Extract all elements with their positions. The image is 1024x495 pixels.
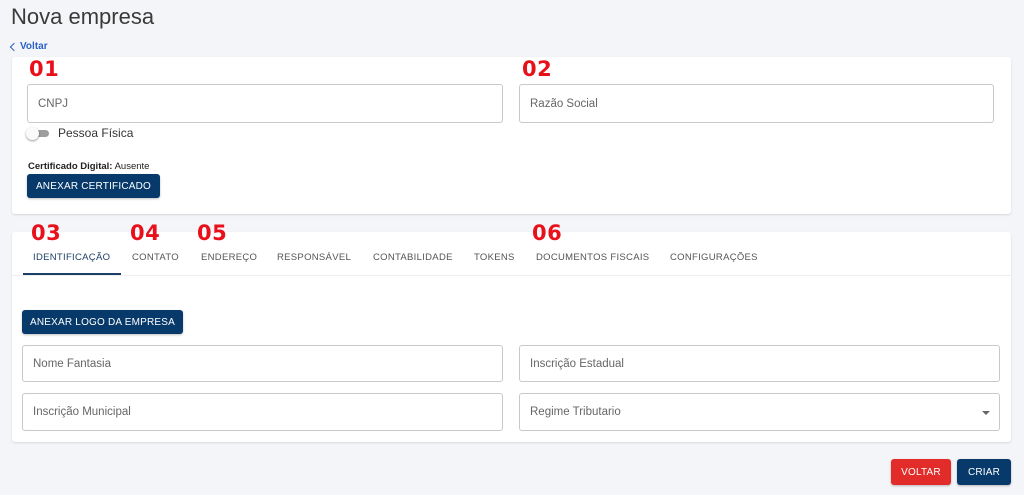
annotation-05: 05 <box>197 221 228 245</box>
regime-tributario-placeholder: Regime Tributario <box>530 406 621 418</box>
tabs-divider <box>12 275 1011 276</box>
anexar-logo-button[interactable]: ANEXAR LOGO DA EMPRESA <box>22 310 183 334</box>
tab-configuracoes[interactable]: CONFIGURAÇÕES <box>670 252 758 263</box>
certificado-digital-status: Certificado Digital: Ausente <box>28 161 149 172</box>
tab-identificacao[interactable]: IDENTIFICAÇÃO <box>33 252 110 263</box>
inscricao-municipal-input[interactable]: Inscrição Municipal <box>22 393 503 431</box>
inscricao-estadual-input[interactable]: Inscrição Estadual <box>519 345 1000 382</box>
annotation-01: 01 <box>29 57 60 81</box>
tab-bar: IDENTIFICAÇÃO CONTATO ENDEREÇO RESPONSÁV… <box>12 246 1011 276</box>
annotation-06: 06 <box>532 221 563 245</box>
tab-endereco[interactable]: ENDEREÇO <box>201 252 257 263</box>
certificado-label: Certificado Digital: <box>28 161 113 172</box>
tab-contabilidade[interactable]: CONTABILIDADE <box>373 252 453 263</box>
pessoa-fisica-switch-row: Pessoa Física <box>26 126 133 140</box>
regime-tributario-select[interactable]: Regime Tributario <box>519 393 1000 431</box>
pessoa-fisica-label: Pessoa Física <box>58 126 134 140</box>
razao-social-input[interactable]: Razão Social <box>519 84 994 123</box>
toggle-knob <box>26 127 39 140</box>
cnpj-input[interactable]: CNPJ <box>27 84 503 123</box>
caret-down-icon <box>982 411 990 415</box>
chevron-left-icon <box>9 42 19 51</box>
annotation-04: 04 <box>130 221 161 245</box>
cnpj-placeholder: CNPJ <box>38 97 69 110</box>
annotation-03: 03 <box>31 221 62 245</box>
back-link-label: Voltar <box>20 41 48 52</box>
back-link[interactable]: Voltar <box>9 41 48 52</box>
nome-fantasia-placeholder: Nome Fantasia <box>33 357 111 370</box>
inscricao-municipal-placeholder: Inscrição Municipal <box>33 406 131 418</box>
anexar-certificado-button[interactable]: ANEXAR CERTIFICADO <box>27 174 160 198</box>
page-title: Nova empresa <box>11 4 155 29</box>
nome-fantasia-input[interactable]: Nome Fantasia <box>22 345 503 382</box>
inscricao-estadual-placeholder: Inscrição Estadual <box>530 357 624 370</box>
tab-responsavel[interactable]: RESPONSÁVEL <box>277 252 351 263</box>
annotation-02: 02 <box>522 57 553 81</box>
company-card <box>12 57 1011 214</box>
voltar-button[interactable]: VOLTAR <box>891 459 951 485</box>
tab-documentos-fiscais[interactable]: DOCUMENTOS FISCAIS <box>536 252 649 263</box>
pessoa-fisica-toggle[interactable] <box>26 126 50 140</box>
razao-social-placeholder: Razão Social <box>530 97 598 110</box>
criar-button[interactable]: CRIAR <box>957 459 1011 485</box>
certificado-status: Ausente <box>114 161 150 172</box>
tab-contato[interactable]: CONTATO <box>132 252 179 263</box>
tab-tokens[interactable]: TOKENS <box>474 252 515 263</box>
